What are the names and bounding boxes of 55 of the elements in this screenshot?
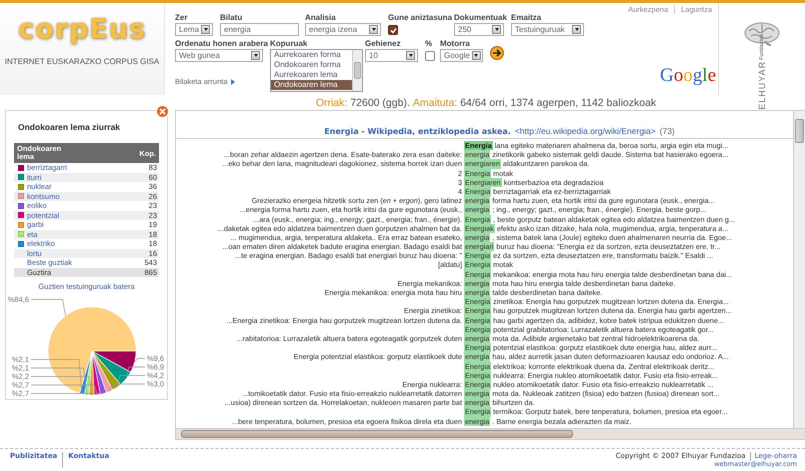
leader-line [134, 358, 145, 362]
close-icon [159, 108, 166, 115]
field-label: Kopuruak [270, 39, 308, 49]
sponsor-name: ELHUYAR [757, 60, 767, 110]
dropdown[interactable]: Testuinguruak [511, 23, 584, 36]
scrollbar[interactable] [352, 50, 362, 91]
scrollbar[interactable] [793, 111, 805, 428]
summary-label: Orriak: [316, 96, 348, 108]
summary-label: Amaituta: [412, 96, 458, 108]
google-logo: Google [660, 65, 716, 87]
caret-icon[interactable] [251, 51, 260, 60]
panel-title: Ondokoaren lema ziurrak [18, 121, 122, 133]
scrollbar[interactable] [176, 428, 805, 439]
source-title[interactable]: Energia - Wikipedia, entziklopedia askea. [324, 127, 511, 136]
field-label: Motorra [440, 39, 471, 49]
field-label: Gehienez [365, 39, 402, 49]
caret-icon[interactable] [406, 51, 415, 60]
list-box[interactable]: Aurrekoaren forma Ondokoaren forma Aurrekoaren lema Ondokoaren lema [270, 49, 363, 92]
field-label: Analisia [305, 13, 337, 23]
close-button[interactable] [156, 105, 169, 118]
checkbox[interactable] [388, 25, 398, 35]
dropdown[interactable]: Web gunea [175, 49, 263, 62]
dropdown[interactable]: Google [440, 49, 483, 62]
arrow-icon [492, 48, 502, 58]
logo: corpEus [18, 13, 146, 47]
dropdown[interactable]: energia izena [305, 23, 381, 36]
list-option[interactable]: Ondokoaren forma [271, 60, 352, 70]
field-label: Ordenatu honen arabera [175, 39, 269, 49]
field-label: Bilatu [220, 13, 244, 23]
field-label: Emaitza [511, 13, 542, 23]
source-url[interactable]: <http://eu.wikipedia.org/wiki/Energia> [514, 126, 656, 136]
search-field[interactable]: energia [220, 23, 299, 36]
summary-value: 72600 (ggb). [350, 96, 410, 108]
field-label: % [425, 39, 434, 49]
caret-icon[interactable] [201, 25, 210, 34]
field-label: Gune aniztasuna [388, 13, 454, 23]
field-label: Dokumentuak [454, 13, 508, 23]
caret-icon[interactable] [572, 25, 581, 34]
list-option[interactable]: Aurrekoaren lema [271, 70, 352, 80]
triangle-icon [230, 78, 235, 84]
dropdown[interactable]: 250 [454, 23, 504, 36]
match-count: (73) [660, 126, 675, 136]
leader-line [30, 299, 66, 316]
dropdown[interactable]: 10 [365, 49, 418, 62]
caret-icon[interactable] [369, 25, 378, 34]
list-option[interactable]: Aurrekoaren forma [271, 50, 352, 60]
dropdown[interactable]: Lema [175, 23, 213, 36]
field-label: Zer [175, 13, 188, 23]
checkbox[interactable] [425, 51, 435, 61]
go-button[interactable] [490, 46, 504, 60]
tagline: INTERNET EUSKARAZKO CORPUS GISA [4, 57, 160, 66]
caret-icon[interactable] [472, 51, 481, 60]
caret-icon[interactable] [492, 25, 501, 34]
list-option[interactable]: Ondokoaren lema [271, 80, 352, 90]
summary-value: 64/64 orri, 1374 agerpen, 1142 baliozkoak [460, 96, 656, 108]
